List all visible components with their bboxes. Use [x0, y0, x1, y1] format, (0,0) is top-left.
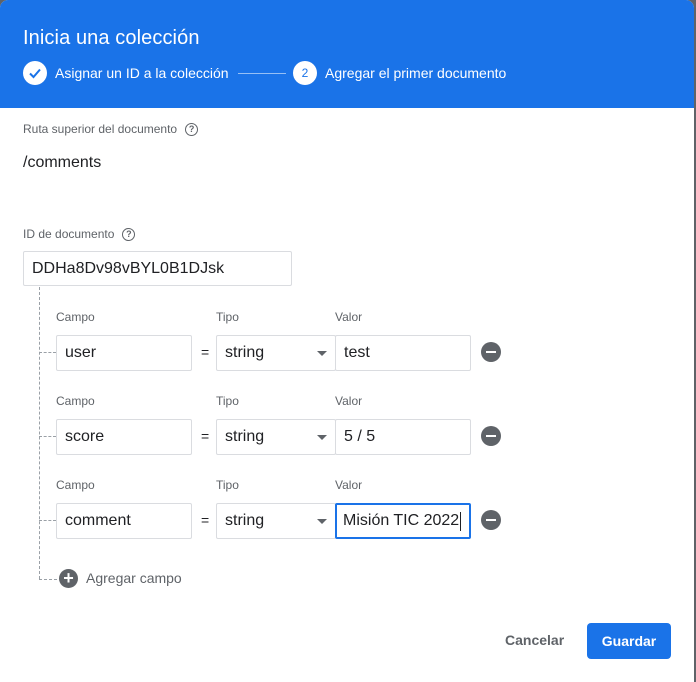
tipo-label: Tipo: [216, 478, 239, 492]
step-connector: [238, 73, 286, 74]
add-field-button[interactable]: Agregar campo: [86, 570, 182, 586]
field-type-select[interactable]: string: [216, 335, 336, 371]
campo-label: Campo: [56, 394, 95, 408]
step-label: Agregar el primer documento: [325, 65, 507, 81]
dropdown-arrow-icon: [317, 351, 327, 356]
tree-branch: [39, 352, 56, 353]
field-type-value: string: [225, 344, 265, 361]
valor-label: Valor: [335, 310, 363, 324]
field-name-input[interactable]: score: [56, 419, 192, 455]
tipo-label: Tipo: [216, 310, 239, 324]
help-icon[interactable]: ?: [185, 122, 199, 136]
field-name-input[interactable]: comment: [56, 503, 192, 539]
start-collection-dialog: Inicia una colección Asignar un ID a la …: [0, 0, 694, 682]
step-assign-id[interactable]: Asignar un ID a la colección: [23, 61, 229, 85]
field-type-value: string: [225, 512, 265, 529]
field-value-input[interactable]: Misión TIC 2022: [335, 503, 471, 539]
field-value-text: Misión TIC 2022: [343, 512, 460, 529]
dropdown-arrow-icon: [317, 519, 327, 524]
dialog-title: Inicia una colección: [23, 27, 200, 49]
step-label: Asignar un ID a la colección: [55, 65, 229, 81]
tree-branch: [39, 579, 57, 580]
document-id-label-text: ID de documento: [23, 227, 115, 241]
remove-field-icon[interactable]: [481, 510, 501, 530]
valor-label: Valor: [335, 394, 363, 408]
cancel-button[interactable]: Cancelar: [495, 632, 574, 648]
document-id-label: ID de documento ?: [23, 227, 136, 241]
field-value-input[interactable]: test: [335, 335, 471, 371]
tree-branch: [39, 520, 56, 521]
tree-branch: [39, 436, 56, 437]
equals-sign: =: [201, 344, 210, 360]
remove-field-icon[interactable]: [481, 426, 501, 446]
remove-field-icon[interactable]: [481, 342, 501, 362]
save-button[interactable]: Guardar: [587, 623, 671, 659]
campo-label: Campo: [56, 310, 95, 324]
field-type-select[interactable]: string: [216, 503, 336, 539]
text-caret: [460, 511, 462, 531]
check-icon: [23, 61, 47, 85]
parent-path-label-text: Ruta superior del documento: [23, 122, 178, 136]
help-icon[interactable]: ?: [122, 227, 136, 241]
tree-line: [39, 287, 40, 579]
document-id-input[interactable]: DDHa8Dv98vBYL0B1DJsk: [23, 251, 292, 286]
parent-path-value: /comments: [23, 154, 102, 171]
tipo-label: Tipo: [216, 394, 239, 408]
parent-path-label: Ruta superior del documento ?: [23, 122, 199, 136]
field-type-value: string: [225, 428, 265, 445]
campo-label: Campo: [56, 478, 95, 492]
step-add-document: 2 Agregar el primer documento: [293, 61, 506, 85]
dialog-header: Inicia una colección Asignar un ID a la …: [0, 0, 694, 108]
add-field-icon[interactable]: +: [59, 569, 78, 588]
step-number: 2: [293, 61, 317, 85]
field-value-input[interactable]: 5 / 5: [335, 419, 471, 455]
valor-label: Valor: [335, 478, 363, 492]
dropdown-arrow-icon: [317, 435, 327, 440]
equals-sign: =: [201, 512, 210, 528]
field-name-input[interactable]: user: [56, 335, 192, 371]
equals-sign: =: [201, 428, 210, 444]
field-type-select[interactable]: string: [216, 419, 336, 455]
